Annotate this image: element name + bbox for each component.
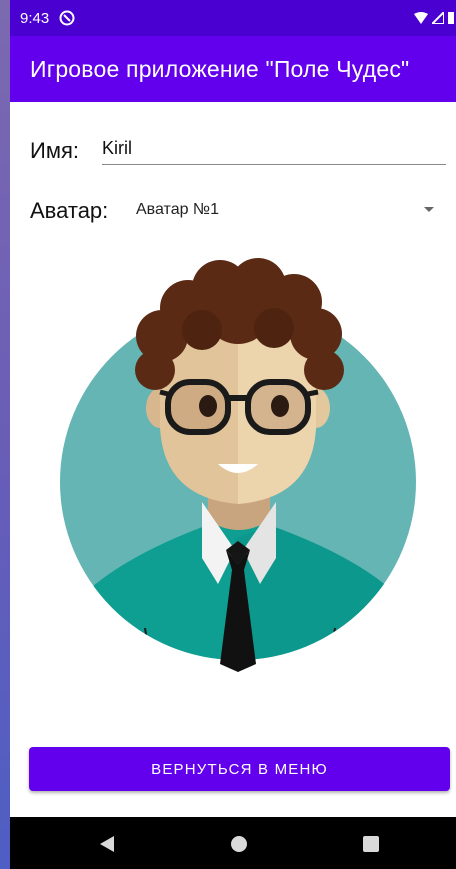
app-title: Игровое приложение "Поле Чудес"	[30, 55, 410, 82]
avatar-label: Аватар:	[30, 198, 109, 223]
name-label: Имя:	[30, 138, 79, 163]
navigation-bar	[10, 817, 456, 869]
phone-screen: 9:43 Игровое приложение "Поле Чудес" Имя…	[10, 0, 456, 869]
recents-icon[interactable]	[362, 835, 380, 853]
status-icons	[414, 9, 454, 28]
wifi-icon	[414, 11, 428, 28]
avatar-image	[60, 258, 420, 672]
home-icon[interactable]	[230, 835, 248, 853]
name-input[interactable]	[102, 132, 446, 165]
avatar-row: Аватар: Аватар №1	[10, 190, 456, 234]
back-icon[interactable]	[98, 835, 116, 853]
sync-icon	[59, 10, 75, 26]
signal-icon	[429, 9, 445, 28]
status-time: 9:43	[20, 9, 50, 27]
app-bar: Игровое приложение "Поле Чудес"	[10, 36, 456, 102]
name-row: Имя:	[10, 130, 456, 172]
dropdown-arrow-icon	[424, 207, 434, 212]
avatar-dropdown[interactable]: Аватар №1	[128, 190, 446, 230]
avatar-dropdown-value: Аватар №1	[136, 201, 219, 218]
battery-icon	[448, 11, 454, 28]
status-bar: 9:43	[10, 0, 456, 36]
back-to-menu-button[interactable]: ВЕРНУТЬСЯ В МЕНЮ	[29, 747, 450, 791]
